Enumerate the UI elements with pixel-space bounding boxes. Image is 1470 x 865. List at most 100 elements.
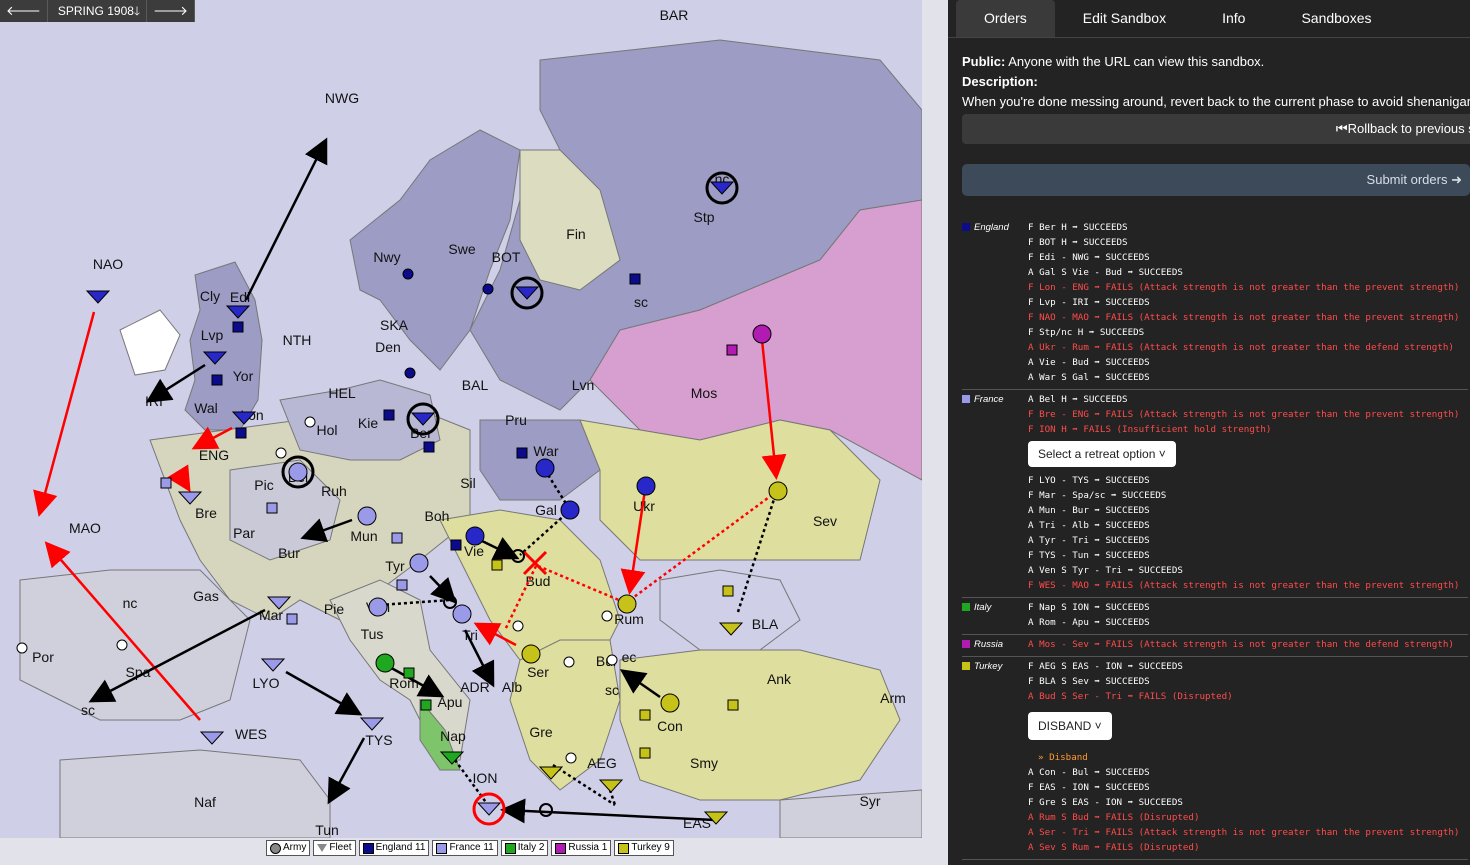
province-label: Kie: [358, 415, 378, 431]
legend-item: France 11: [432, 840, 498, 856]
province-label: ec: [622, 649, 637, 665]
diplomacy-map[interactable]: BARNWGNAOClyEdiLvpYorNTHWalLonIRIENGNwyS…: [0, 0, 922, 838]
power-block: France A Bel H ➡ SUCCEEDS F Bre - ENG ➡ FA…: [962, 390, 1468, 598]
tab-sandboxes[interactable]: Sandboxes: [1273, 0, 1399, 37]
order-row: A Sev S Rum ➡ FAILS (Disrupted): [1028, 842, 1200, 853]
army-sev-turkey[interactable]: [768, 481, 788, 501]
sc-rom: [403, 667, 415, 679]
order-row: A Rum S Bud ➡ FAILS (Disrupted): [1028, 812, 1200, 823]
order-list: F Ber H ➡ SUCCEEDS F BOT H ➡ SUCCEEDS F Ed…: [1028, 220, 1468, 385]
region-ukraine-sevastopol[interactable]: [579, 419, 881, 561]
down-arrow-icon: 🡓: [133, 4, 141, 18]
power-color-swatch: [962, 603, 970, 611]
order-row: F BLA S Sev ➡ SUCCEEDS: [1028, 676, 1150, 687]
province-label: sc: [634, 294, 648, 310]
province-label: Pic: [254, 477, 273, 493]
province-label: Sev: [813, 513, 837, 529]
province-label: Gas: [193, 588, 219, 604]
province-label: Hol: [316, 422, 337, 438]
army-tyr-france[interactable]: [409, 553, 429, 573]
order-row: A Gal S Vie - Bud ➡ SUCCEEDS: [1028, 267, 1183, 278]
order-row: A Ven S Tyr - Tri ➡ SUCCEEDS: [1028, 565, 1183, 576]
sc-stp: [629, 273, 641, 285]
legend-label: Fleet: [329, 842, 352, 853]
province-label: Mun: [350, 528, 377, 544]
province-label: ION: [473, 770, 498, 786]
province-label: BOT: [492, 249, 521, 265]
province-label: sc: [81, 702, 95, 718]
army-war-england[interactable]: [535, 458, 555, 478]
legend-label: France 11: [449, 842, 494, 853]
order-row: A Bel H ➡ SUCCEEDS: [1028, 394, 1128, 405]
prev-phase-button[interactable]: 🡐: [0, 0, 48, 22]
sc-rum: [601, 610, 613, 622]
province-label: NWG: [325, 90, 359, 106]
army-ukr-england[interactable]: [636, 476, 656, 496]
sc-war: [516, 447, 528, 459]
army-vie-england[interactable]: [465, 526, 485, 546]
province-label: MAO: [69, 520, 101, 536]
province-label: Fin: [566, 226, 585, 242]
order-list: F AEG S EAS - ION ➡ SUCCEEDS F BLA S Sev …: [1028, 659, 1468, 855]
sc-par: [266, 502, 278, 514]
order-row: F Mar - Spa/sc ➡ SUCCEEDS: [1028, 490, 1167, 501]
power-block: England F Ber H ➡ SUCCEEDS F BOT H ➡ SUCCE…: [962, 218, 1468, 390]
order-list: F Nap S ION ➡ SUCCEEDS A Rom - Apu ➡ SUCC…: [1028, 600, 1468, 630]
army-tri-france[interactable]: [452, 604, 472, 624]
power-swatch: [362, 842, 374, 854]
army-mun-france[interactable]: [357, 506, 377, 526]
sc-bud: [491, 559, 503, 571]
army-ser-turkey[interactable]: [521, 644, 541, 664]
army-ven-france[interactable]: [368, 597, 388, 617]
power-swatch: [555, 842, 567, 854]
public-line: Public: Anyone with the URL can view thi…: [962, 52, 1456, 72]
province-label: Tyr: [385, 558, 405, 574]
sc-ber: [423, 441, 435, 453]
province-label: WES: [235, 726, 267, 742]
power-color-swatch: [962, 640, 970, 648]
army-con-turkey[interactable]: [660, 693, 680, 713]
army-mos-russia[interactable]: [752, 324, 772, 344]
submit-orders-button[interactable]: Submit orders ➜: [962, 164, 1470, 196]
army-bel-france[interactable]: [288, 462, 308, 482]
retreat-select[interactable]: Select a retreat option ˅: [1028, 441, 1176, 467]
sc-bre: [160, 477, 172, 489]
province-label: Tus: [361, 626, 384, 642]
phase-selector[interactable]: SPRING 1908🡓: [47, 0, 148, 22]
sc-gre: [565, 752, 577, 764]
rollback-button[interactable]: ⏮Rollback to previous se: [962, 114, 1470, 144]
province-label: Stp: [693, 209, 714, 225]
tab-edit-sandbox[interactable]: Edit Sandbox: [1055, 0, 1194, 37]
description-heading: Description:: [962, 74, 1038, 89]
sc-sev: [722, 585, 734, 597]
tab-info[interactable]: Info: [1194, 0, 1273, 37]
army-gal-england[interactable]: [560, 500, 580, 520]
legend-label: England 11: [375, 842, 426, 853]
map-pane[interactable]: BARNWGNAOClyEdiLvpYorNTHWalLonIRIENGNwyS…: [0, 0, 948, 865]
phase-bar: 🡐 SPRING 1908🡓 🡒: [0, 0, 196, 22]
next-phase-button[interactable]: 🡒: [147, 0, 196, 22]
province-label: Alb: [502, 679, 522, 695]
province-label: Swe: [448, 241, 475, 257]
order-row: F NAO - MAO ➡ FAILS (Attack strength is …: [1028, 312, 1460, 323]
province-label: Pie: [324, 601, 344, 617]
tab-orders[interactable]: Orders: [956, 0, 1055, 37]
order-row: F BOT H ➡ SUCCEEDS: [1028, 237, 1128, 248]
province-label: Nap: [440, 728, 466, 744]
province-label: Syr: [860, 793, 881, 809]
power-swatch: [504, 842, 516, 854]
province-label: EAS: [683, 815, 711, 831]
power-name: Italy: [962, 600, 1028, 630]
army-rom-italy[interactable]: [375, 653, 395, 673]
province-label: Rum: [614, 611, 644, 627]
sc-ank: [727, 699, 739, 711]
province-label: Sil: [460, 475, 476, 491]
order-row: A War S Gal ➡ SUCCEEDS: [1028, 372, 1150, 383]
province-label: TYS: [365, 732, 392, 748]
disband-select[interactable]: DISBAND ˅: [1028, 712, 1112, 740]
army-rum-turkey[interactable]: [617, 594, 637, 614]
province-label: SKA: [380, 317, 409, 333]
order-row: A Vie - Bud ➡ SUCCEEDS: [1028, 357, 1150, 368]
sc-tri: [512, 620, 524, 632]
power-block: Italy F Nap S ION ➡ SUCCEEDS A Rom - Apu ➡…: [962, 598, 1468, 635]
